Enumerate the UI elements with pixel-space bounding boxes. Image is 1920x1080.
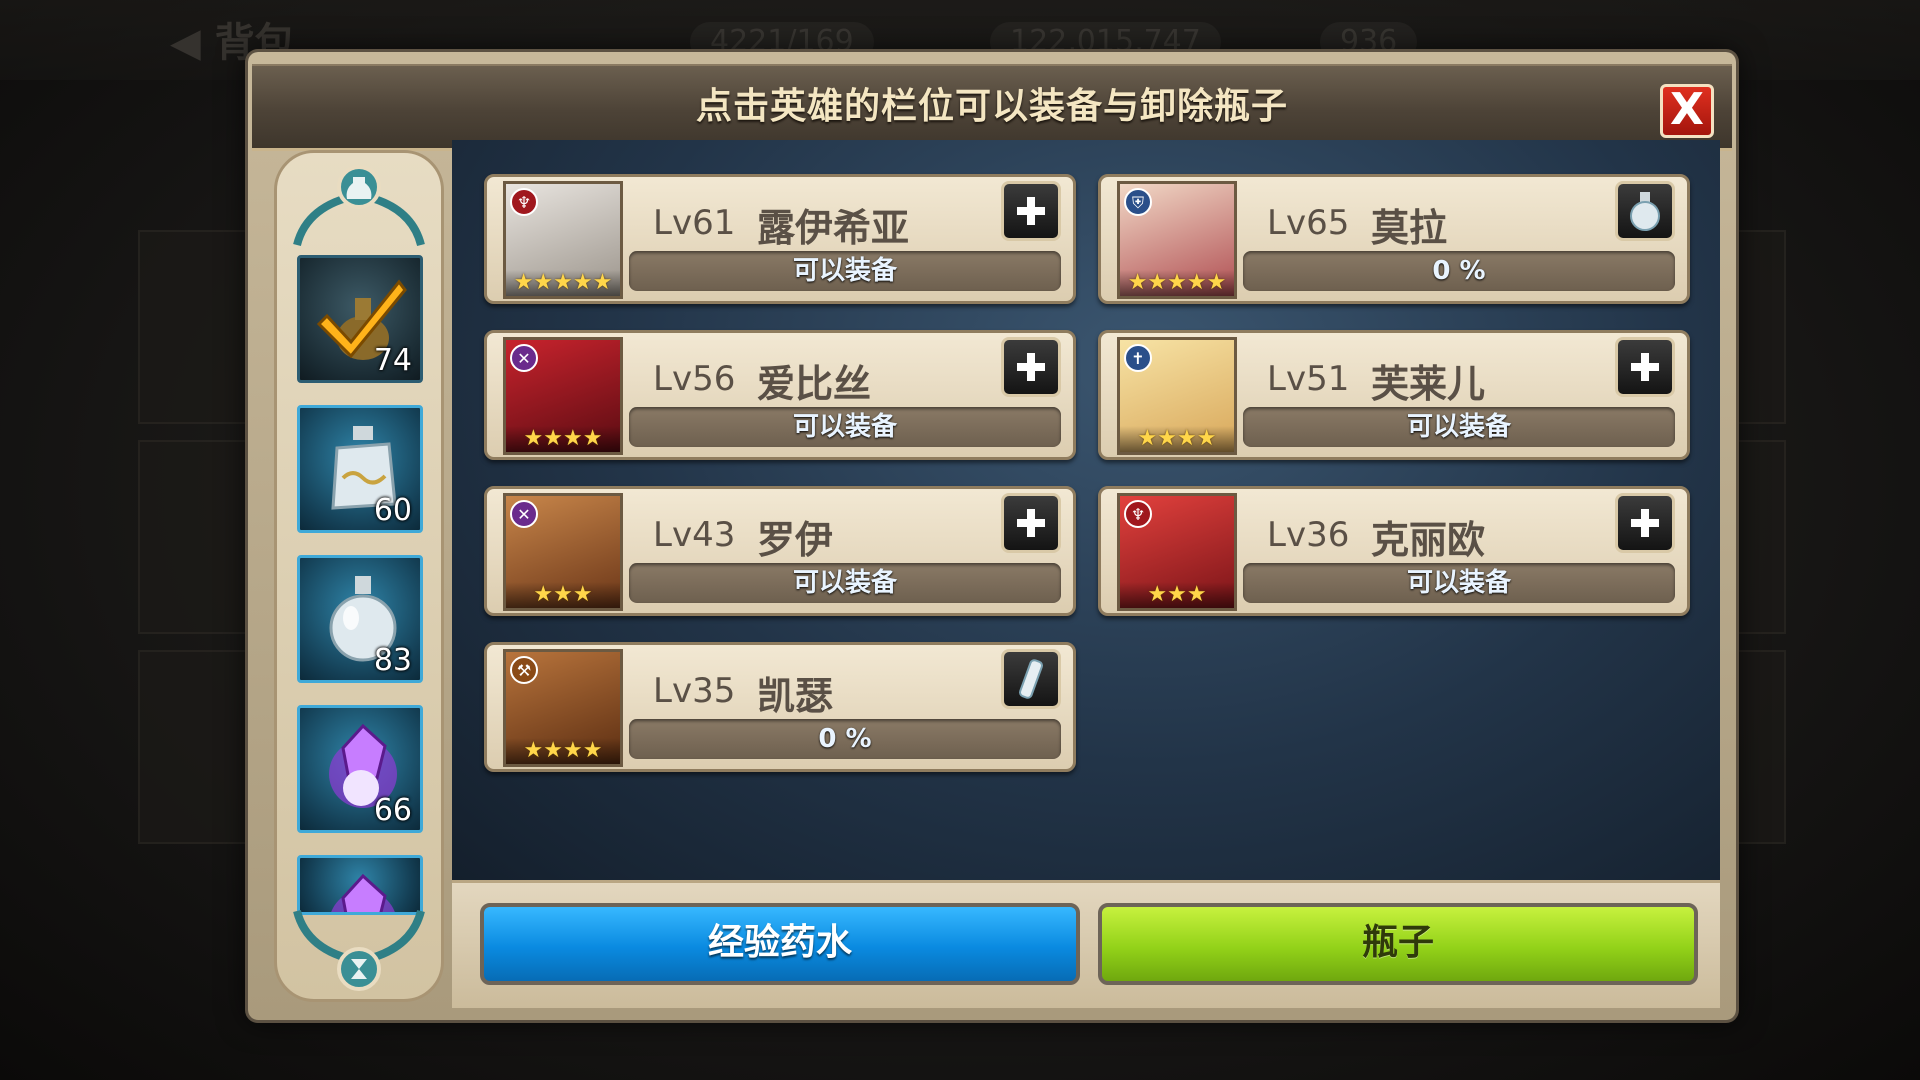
hero-name: 莫拉 — [1371, 206, 1448, 250]
hero-slot[interactable]: ♆ ★★★ Lv36 克丽欧 可以装备 — [1098, 486, 1690, 616]
hero-status-bar: 可以装备 — [629, 251, 1061, 291]
hero-portrait: ♆ ★★★★★ — [503, 181, 623, 299]
equip-plus-button[interactable] — [1001, 493, 1061, 553]
hero-name: 爱比丝 — [757, 362, 872, 406]
hero-stars: ★★★★ — [1120, 426, 1234, 452]
hero-slot[interactable]: ✕ ★★★ Lv43 罗伊 可以装备 — [484, 486, 1076, 616]
hero-stars: ★★★★ — [506, 426, 620, 452]
hero-stars: ★★★★★ — [1120, 270, 1234, 296]
hero-portrait: ✝ ★★★★ — [1117, 337, 1237, 455]
equip-plus-button[interactable] — [1001, 337, 1061, 397]
hero-portrait: ⛨ ★★★★★ — [1117, 181, 1237, 299]
hero-status-text: 0 % — [818, 724, 872, 754]
vial-icon — [1018, 659, 1044, 699]
axe-icon: ⚒ — [510, 656, 538, 684]
sidebar-item-round-bottle[interactable]: 83 — [297, 555, 423, 683]
background-card — [138, 440, 252, 634]
background-card — [138, 230, 252, 424]
equip-plus-button[interactable] — [1615, 493, 1675, 553]
hero-name: 芙莱儿 — [1371, 362, 1486, 406]
hero-list-panel: ♆ ★★★★★ Lv61 露伊希亚 可以装备 ⛨ ★★★★★ Lv65 莫拉 0… — [452, 140, 1720, 880]
sidebar-item-count: 83 — [373, 643, 412, 678]
hero-status-bar: 0 % — [1243, 251, 1675, 291]
hero-name: 露伊希亚 — [757, 206, 910, 250]
dialog-title: 点击英雄的栏位可以装备与卸除瓶子 — [695, 86, 1288, 127]
hero-status-bar: 0 % — [629, 719, 1061, 759]
equip-plus-button[interactable] — [1001, 181, 1061, 241]
bottle-tab-button[interactable]: 瓶子 — [1098, 903, 1698, 985]
hero-status-bar: 可以装备 — [629, 407, 1061, 447]
equipped-bottle-button[interactable] — [1615, 181, 1675, 241]
hero-slot[interactable]: ✕ ★★★★ Lv56 爱比丝 可以装备 — [484, 330, 1076, 460]
hero-stars: ★★★ — [1120, 582, 1234, 608]
hero-status-text: 0 % — [1432, 256, 1486, 286]
close-button[interactable]: X — [1660, 84, 1714, 138]
hero-stars: ★★★★ — [506, 738, 620, 764]
cross-icon: ✝ — [1124, 344, 1152, 372]
exp-potion-tab-button[interactable]: 经验药水 — [480, 903, 1080, 985]
ornament-top-icon — [293, 165, 425, 247]
hero-status-text: 可以装备 — [792, 256, 897, 286]
bottom-button-area: 经验药水 瓶子 — [452, 880, 1720, 1008]
hero-slot[interactable]: ⛨ ★★★★★ Lv65 莫拉 0 % — [1098, 174, 1690, 304]
hero-status-bar: 可以装备 — [629, 563, 1061, 603]
crossed-swords-icon: ✕ — [510, 500, 538, 528]
staff-icon: ♆ — [510, 188, 538, 216]
hero-status-text: 可以装备 — [1406, 412, 1511, 442]
sidebar-item-exp-potion[interactable]: 74 — [297, 255, 423, 383]
hero-level: Lv56 — [653, 359, 736, 399]
round-bottle-icon — [1630, 192, 1660, 231]
shield-icon: ⛨ — [1124, 188, 1152, 216]
hero-status-bar: 可以装备 — [1243, 563, 1675, 603]
hero-slot[interactable]: ✝ ★★★★ Lv51 芙莱儿 可以装备 — [1098, 330, 1690, 460]
hero-slot[interactable]: ♆ ★★★★★ Lv61 露伊希亚 可以装备 — [484, 174, 1076, 304]
hero-name: 克丽欧 — [1371, 518, 1486, 562]
hero-portrait: ✕ ★★★★ — [503, 337, 623, 455]
hero-level: Lv35 — [653, 671, 736, 711]
hero-name: 凯瑟 — [757, 674, 834, 718]
sidebar-item-purple-crystal[interactable]: 66 — [297, 705, 423, 833]
hero-stars: ★★★ — [506, 582, 620, 608]
equipped-bottle-button[interactable] — [1001, 649, 1061, 709]
hero-status-text: 可以装备 — [792, 568, 897, 598]
crossed-swords-icon: ✕ — [510, 344, 538, 372]
hero-status-bar: 可以装备 — [1243, 407, 1675, 447]
dialog-title-bar: 点击英雄的栏位可以装备与卸除瓶子 X — [252, 64, 1732, 151]
background-card — [138, 650, 252, 844]
hero-portrait: ✕ ★★★ — [503, 493, 623, 611]
sidebar-item-square-bottle[interactable]: 60 — [297, 405, 423, 533]
hero-portrait: ⚒ ★★★★ — [503, 649, 623, 767]
staff-icon: ♆ — [1124, 500, 1152, 528]
hero-status-text: 可以装备 — [1406, 568, 1511, 598]
sidebar-item-count: 60 — [373, 493, 412, 528]
hero-status-text: 可以装备 — [792, 412, 897, 442]
hero-stars: ★★★★★ — [506, 270, 620, 296]
hero-level: Lv61 — [653, 203, 736, 243]
equip-plus-button[interactable] — [1615, 337, 1675, 397]
sidebar-item-count: 74 — [373, 343, 412, 378]
hero-level: Lv43 — [653, 515, 736, 555]
hero-name: 罗伊 — [757, 518, 834, 562]
hero-portrait: ♆ ★★★ — [1117, 493, 1237, 611]
hero-level: Lv65 — [1267, 203, 1350, 243]
hero-level: Lv36 — [1267, 515, 1350, 555]
sidebar-item-count: 66 — [373, 793, 412, 828]
hero-slot[interactable]: ⚒ ★★★★ Lv35 凯瑟 0 % — [484, 642, 1076, 772]
ornament-bottom-icon — [293, 909, 425, 991]
hero-level: Lv51 — [1267, 359, 1350, 399]
bottle-sidebar: 74 60 83 66 — [274, 150, 444, 1002]
